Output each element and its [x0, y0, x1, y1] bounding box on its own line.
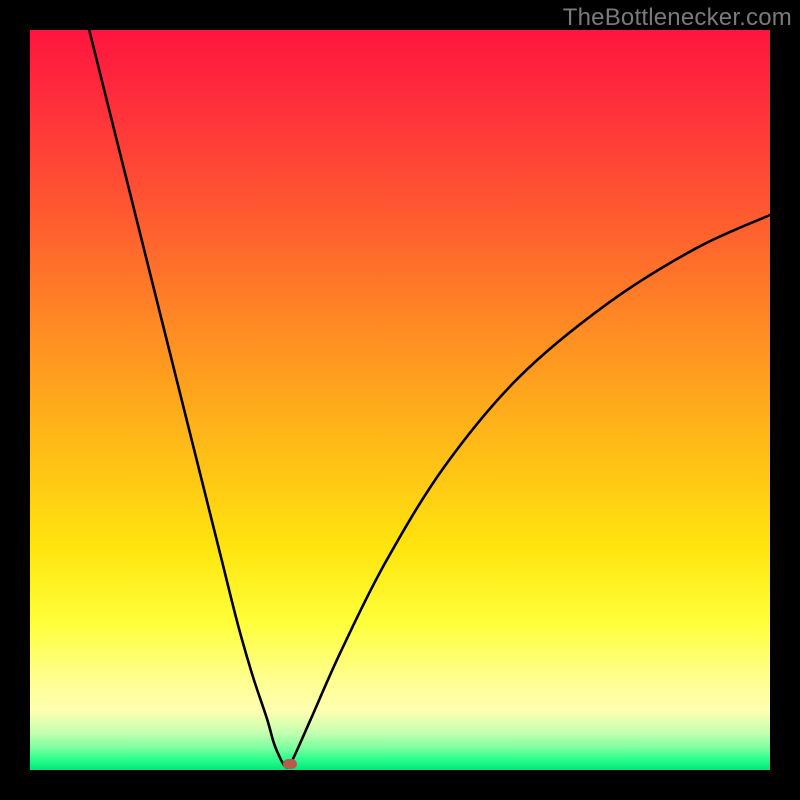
plot-area — [30, 30, 770, 770]
watermark-text: TheBottlenecker.com — [563, 4, 792, 32]
chart-frame: TheBottlenecker.com — [0, 0, 800, 800]
minimum-marker — [283, 759, 297, 769]
curve-path — [89, 30, 770, 768]
bottleneck-curve — [30, 30, 770, 770]
